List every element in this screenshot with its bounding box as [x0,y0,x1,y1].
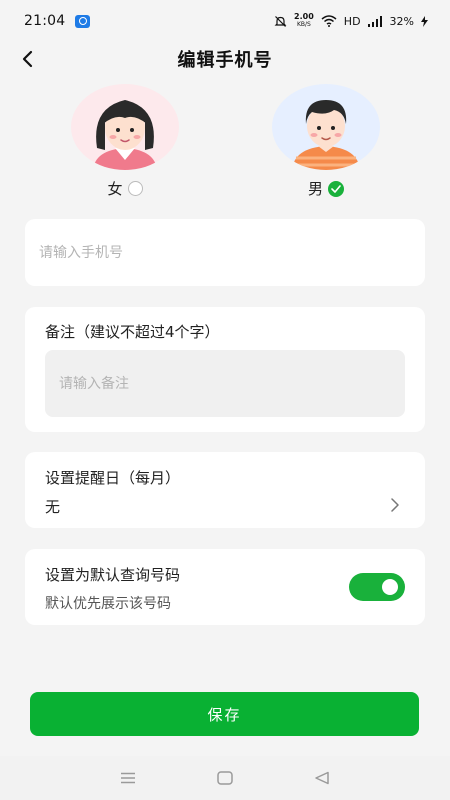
reminder-title: 设置提醒日（每月） [45,469,181,487]
charging-icon [421,15,428,27]
gender-option-female[interactable]: 女 [70,84,180,199]
default-number-card: 设置为默认查询号码 默认优先展示该号码 [25,549,425,625]
chevron-right-icon [391,498,399,512]
note-card: 备注（建议不超过4个字） [25,307,425,432]
menu-icon [121,772,136,784]
system-nav-bar [0,756,450,800]
toggle-knob [382,579,398,595]
battery-percent: 32% [389,14,414,28]
wifi-icon [321,15,337,27]
status-time: 21:04 [24,13,66,29]
gender-female-label-row: 女 [107,178,143,199]
gender-male-label-row: 男 [308,178,344,199]
note-input[interactable] [45,350,405,417]
page-title: 编辑手机号 [177,50,273,71]
app-notification-icon [75,14,91,28]
gender-selector: 女 男 [0,84,450,204]
default-number-title: 设置为默认查询号码 [45,566,181,584]
gender-male-label: 男 [307,180,323,198]
signal-icon [367,15,383,27]
network-label: HD [343,14,361,28]
triangle-back-icon [314,771,329,785]
note-title: 备注（建议不超过4个字） [45,323,220,341]
status-left: 21:04 [24,13,91,29]
default-number-subtitle: 默认优先展示该号码 [45,596,171,612]
check-circle-icon[interactable] [328,180,344,197]
save-button[interactable]: 保存 [30,692,419,736]
mute-bell-icon [274,15,287,27]
reminder-row[interactable]: 设置提醒日（每月） 无 [25,452,425,528]
gender-option-male[interactable]: 男 [271,84,381,199]
radio-circle-icon[interactable] [127,181,143,196]
square-icon [217,771,233,785]
female-avatar-illustration [93,100,157,170]
status-bar: 21:04 2.00 KB/S HD 32% [0,0,450,42]
network-speed-unit: KB/S [296,21,311,28]
network-speed-value: 2.00 [294,12,314,21]
page-header: 编辑手机号 [0,42,450,76]
network-speed: 2.00 KB/S [294,13,314,29]
back-button[interactable] [14,45,40,73]
default-number-toggle[interactable] [349,573,405,601]
nav-menu-button[interactable] [108,763,148,793]
status-right: 2.00 KB/S HD 32% [274,13,428,29]
male-avatar-illustration [292,100,360,170]
reminder-value: 无 [45,498,61,516]
phone-input[interactable] [25,219,425,286]
nav-home-button[interactable] [205,763,245,793]
note-input-wrapper [45,350,405,417]
phone-card [25,219,425,286]
nav-back-button[interactable] [302,763,342,793]
chevron-left-icon [22,50,33,68]
female-avatar [71,84,179,170]
male-avatar [272,84,380,170]
gender-female-label: 女 [107,180,123,198]
